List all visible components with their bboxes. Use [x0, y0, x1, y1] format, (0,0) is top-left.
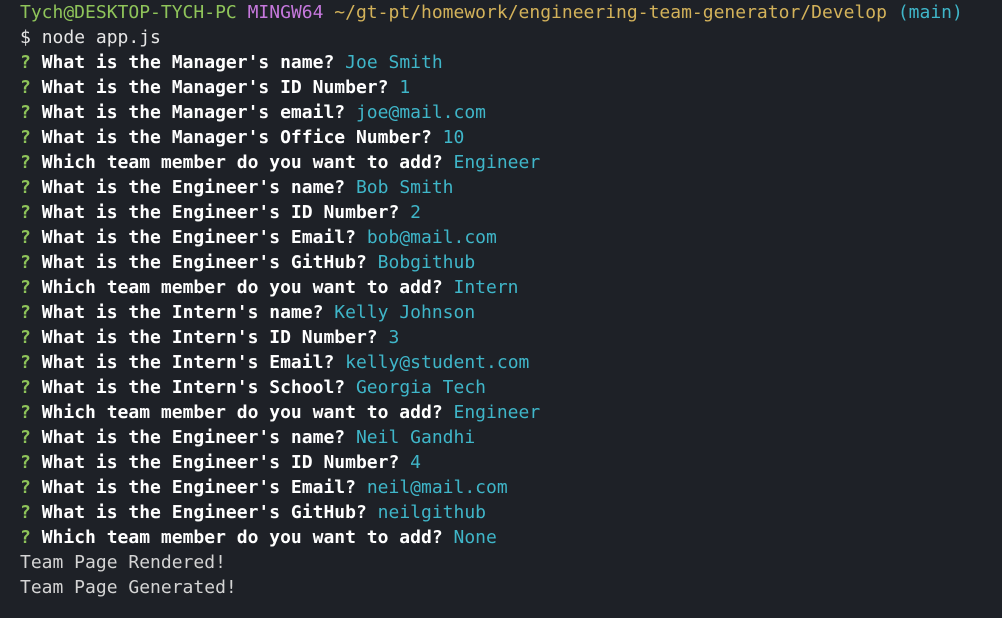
question-mark-icon: ?	[20, 77, 31, 98]
answer-text: 4	[410, 452, 421, 473]
question-mark-icon: ?	[20, 277, 31, 298]
answer-text: Intern	[453, 277, 519, 298]
working-directory: ~/gt-pt/homework/engineering-team-genera…	[334, 2, 887, 23]
answer-text: Engineer	[453, 402, 541, 423]
question-mark-icon: ?	[20, 227, 31, 248]
question-mark-icon: ?	[20, 302, 31, 323]
question-text: What is the Engineer's ID Number?	[41, 452, 400, 473]
question-text: Which team member do you want to add?	[41, 527, 443, 548]
answer-text: None	[453, 527, 497, 548]
qa-line: ? Which team member do you want to add? …	[20, 525, 1002, 550]
qa-line: ? What is the Engineer's name? Neil Gand…	[20, 425, 1002, 450]
qa-line: ? What is the Engineer's ID Number? 4	[20, 450, 1002, 475]
question-mark-icon: ?	[20, 502, 31, 523]
answer-text: Georgia Tech	[355, 377, 487, 398]
output-line: Team Page Rendered!	[20, 552, 226, 573]
question-mark-icon: ?	[20, 127, 31, 148]
prompt-symbol: $	[20, 27, 31, 48]
qa-line: ? Which team member do you want to add? …	[20, 400, 1002, 425]
qa-line: ? What is the Engineer's Email? neil@mai…	[20, 475, 1002, 500]
question-mark-icon: ?	[20, 352, 31, 373]
qa-line: ? What is the Engineer's ID Number? 2	[20, 200, 1002, 225]
shell-prompt-header: Tych@DESKTOP-TYCH-PC MINGW64 ~/gt-pt/hom…	[20, 0, 1002, 25]
qa-line: ? What is the Engineer's Email? bob@mail…	[20, 225, 1002, 250]
answer-text: Bobgithub	[377, 252, 476, 273]
answer-text: 10	[442, 127, 465, 148]
question-text: What is the Manager's Office Number?	[41, 127, 432, 148]
command-text: node app.js	[41, 27, 161, 48]
qa-line: ? What is the Manager's name? Joe Smith	[20, 50, 1002, 75]
question-mark-icon: ?	[20, 52, 31, 73]
qa-line: ? What is the Manager's ID Number? 1	[20, 75, 1002, 100]
answer-text: Neil Gandhi	[355, 427, 476, 448]
question-text: What is the Engineer's GitHub?	[41, 252, 367, 273]
question-text: What is the Intern's Email?	[41, 352, 335, 373]
qa-line: ? What is the Manager's Office Number? 1…	[20, 125, 1002, 150]
answer-text: 3	[388, 327, 400, 348]
qa-line: ? What is the Engineer's GitHub? neilgit…	[20, 500, 1002, 525]
question-text: What is the Engineer's Email?	[41, 477, 356, 498]
question-mark-icon: ?	[20, 427, 31, 448]
answer-text: Engineer	[453, 152, 541, 173]
question-text: What is the Manager's email?	[41, 102, 346, 123]
question-text: Which team member do you want to add?	[41, 277, 443, 298]
answer-text: bob@mail.com	[366, 227, 497, 248]
answer-text: Kelly Johnson	[334, 302, 476, 323]
qa-line: ? What is the Intern's Email? kelly@stud…	[20, 350, 1002, 375]
question-text: Which team member do you want to add?	[41, 402, 443, 423]
answer-text: Bob Smith	[355, 177, 454, 198]
output-list: Team Page Rendered! Team Page Generated!	[20, 550, 1002, 600]
question-text: What is the Intern's ID Number?	[41, 327, 378, 348]
answer-text: 2	[410, 202, 421, 223]
qa-list: ? What is the Manager's name? Joe Smith?…	[20, 50, 1002, 550]
answer-text: 1	[399, 77, 411, 98]
question-text: What is the Engineer's GitHub?	[41, 502, 367, 523]
answer-text: Joe Smith	[345, 52, 443, 73]
question-mark-icon: ?	[20, 202, 31, 223]
question-mark-icon: ?	[20, 102, 31, 123]
question-text: What is the Intern's School?	[41, 377, 346, 398]
answer-text: joe@mail.com	[355, 102, 487, 123]
question-text: What is the Manager's name?	[41, 52, 335, 73]
question-text: What is the Engineer's name?	[41, 427, 346, 448]
question-text: What is the Engineer's ID Number?	[41, 202, 400, 223]
qa-line: ? What is the Engineer's name? Bob Smith	[20, 175, 1002, 200]
qa-line: ? What is the Engineer's GitHub? Bobgith…	[20, 250, 1002, 275]
question-text: What is the Engineer's Email?	[41, 227, 356, 248]
shell-env: MINGW64	[247, 2, 324, 23]
answer-text: neil@mail.com	[366, 477, 508, 498]
question-mark-icon: ?	[20, 527, 31, 548]
qa-line: ? What is the Intern's School? Georgia T…	[20, 375, 1002, 400]
question-text: Which team member do you want to add?	[41, 152, 443, 173]
qa-line: ? What is the Manager's email? joe@mail.…	[20, 100, 1002, 125]
question-text: What is the Engineer's name?	[41, 177, 346, 198]
question-mark-icon: ?	[20, 252, 31, 273]
qa-line: ? Which team member do you want to add? …	[20, 275, 1002, 300]
answer-text: kelly@student.com	[345, 352, 530, 373]
question-mark-icon: ?	[20, 402, 31, 423]
question-mark-icon: ?	[20, 452, 31, 473]
terminal-window[interactable]: Tych@DESKTOP-TYCH-PC MINGW64 ~/gt-pt/hom…	[0, 0, 1002, 618]
qa-line: ? What is the Intern's ID Number? 3	[20, 325, 1002, 350]
qa-line: ? Which team member do you want to add? …	[20, 150, 1002, 175]
question-mark-icon: ?	[20, 177, 31, 198]
user-host: Tych@DESKTOP-TYCH-PC	[20, 2, 237, 23]
answer-text: neilgithub	[377, 502, 487, 523]
question-mark-icon: ?	[20, 152, 31, 173]
git-branch: (main)	[897, 2, 963, 23]
question-mark-icon: ?	[20, 327, 31, 348]
question-text: What is the Manager's ID Number?	[41, 77, 389, 98]
qa-line: ? What is the Intern's name? Kelly Johns…	[20, 300, 1002, 325]
command-line: $ node app.js	[20, 25, 1002, 50]
question-mark-icon: ?	[20, 477, 31, 498]
question-text: What is the Intern's name?	[41, 302, 324, 323]
question-mark-icon: ?	[20, 377, 31, 398]
output-line: Team Page Generated!	[20, 577, 237, 598]
